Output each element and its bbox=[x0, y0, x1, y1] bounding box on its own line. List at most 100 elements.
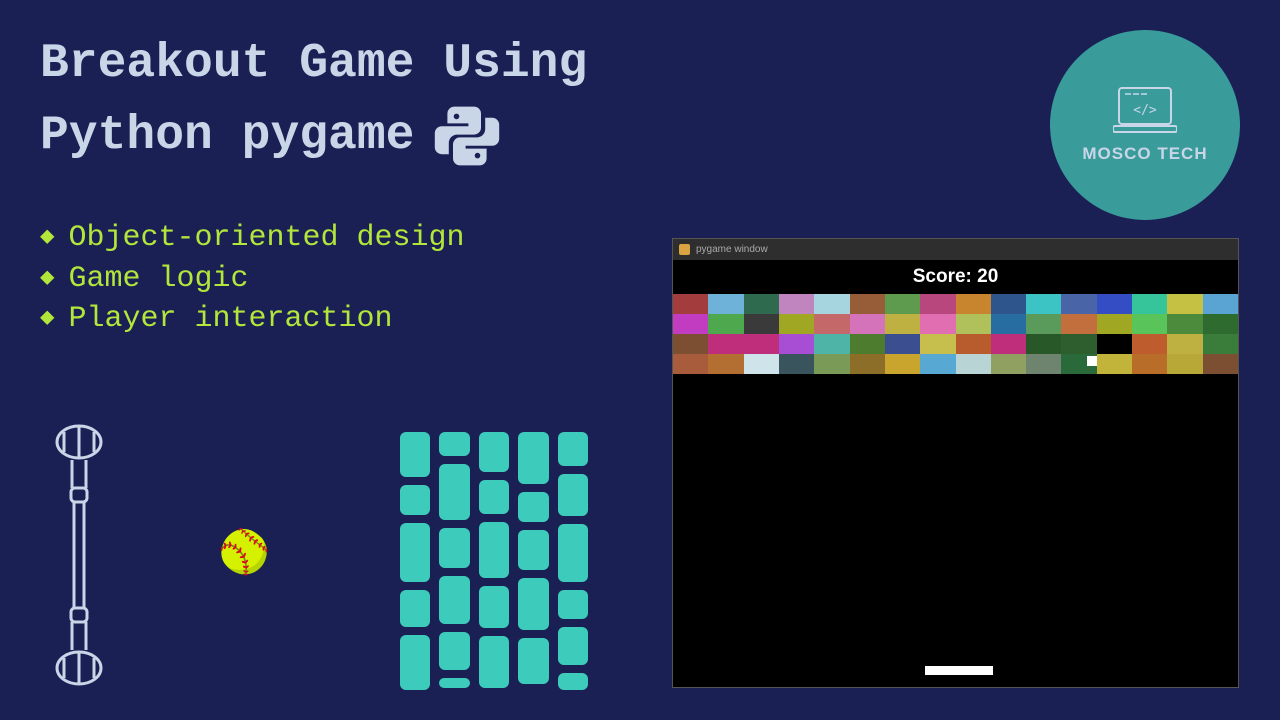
title-line-1: Breakout Game Using bbox=[40, 28, 587, 100]
game-brick bbox=[744, 354, 779, 374]
game-brick bbox=[1061, 314, 1096, 334]
brick-piece bbox=[400, 590, 430, 627]
game-brick bbox=[673, 314, 708, 334]
game-brick bbox=[850, 354, 885, 374]
brick-piece bbox=[439, 432, 469, 456]
game-brick bbox=[850, 294, 885, 314]
brick-piece bbox=[518, 578, 548, 630]
game-brick bbox=[920, 354, 955, 374]
window-title: pygame window bbox=[696, 244, 768, 255]
logo-text: MOSCO TECH bbox=[1082, 144, 1207, 164]
game-brick bbox=[850, 314, 885, 334]
game-brick bbox=[779, 314, 814, 334]
window-titlebar: pygame window bbox=[673, 239, 1238, 260]
game-brick bbox=[1061, 334, 1096, 354]
game-brick bbox=[1026, 334, 1061, 354]
game-brick bbox=[885, 354, 920, 374]
score-text: Score: 20 bbox=[673, 266, 1238, 288]
game-brick bbox=[779, 294, 814, 314]
brick-piece bbox=[558, 590, 588, 619]
brick-piece bbox=[439, 528, 469, 568]
brick-piece bbox=[479, 586, 509, 628]
game-area: Score: 20 bbox=[673, 260, 1238, 687]
python-icon bbox=[432, 101, 502, 171]
game-brick bbox=[779, 334, 814, 354]
bullet-list: ◆Object-oriented design ◆Game logic ◆Pla… bbox=[40, 218, 465, 340]
brick-piece bbox=[558, 474, 588, 516]
game-brick bbox=[1167, 354, 1202, 374]
game-brick bbox=[1203, 314, 1238, 334]
game-brick bbox=[1097, 354, 1132, 374]
game-brick bbox=[1097, 294, 1132, 314]
svg-text:</>: </> bbox=[1133, 103, 1157, 118]
game-brick bbox=[1026, 354, 1061, 374]
brick-piece bbox=[439, 678, 469, 688]
brick-piece bbox=[518, 492, 548, 522]
brick-piece bbox=[400, 485, 430, 514]
window-icon bbox=[679, 244, 690, 255]
game-brick bbox=[885, 334, 920, 354]
game-brick bbox=[920, 334, 955, 354]
brick-piece bbox=[439, 576, 469, 624]
game-brick bbox=[885, 294, 920, 314]
brick-piece bbox=[558, 673, 588, 690]
main-title: Breakout Game Using Python pygame bbox=[40, 28, 587, 172]
ball-icon: 🥎 bbox=[218, 528, 270, 577]
brick-piece bbox=[400, 635, 430, 690]
game-brick bbox=[708, 334, 743, 354]
game-brick bbox=[814, 354, 849, 374]
brick-piece bbox=[558, 627, 588, 665]
game-brick bbox=[744, 334, 779, 354]
bullet-item: ◆Object-oriented design bbox=[40, 218, 465, 259]
brick-piece bbox=[439, 464, 469, 520]
game-brick bbox=[1167, 314, 1202, 334]
game-brick bbox=[708, 354, 743, 374]
game-brick bbox=[814, 294, 849, 314]
game-brick bbox=[956, 294, 991, 314]
brick-piece bbox=[479, 522, 509, 578]
game-brick bbox=[850, 334, 885, 354]
brick-piece bbox=[439, 632, 469, 670]
game-brick bbox=[708, 314, 743, 334]
game-brick bbox=[814, 334, 849, 354]
title-line-2: Python pygame bbox=[40, 100, 587, 172]
game-brick bbox=[1061, 294, 1096, 314]
game-brick bbox=[1132, 334, 1167, 354]
brick-grid bbox=[673, 294, 1238, 374]
game-brick bbox=[673, 354, 708, 374]
brick-piece bbox=[558, 432, 588, 466]
game-brick bbox=[991, 314, 1026, 334]
game-brick bbox=[1026, 294, 1061, 314]
game-brick bbox=[920, 294, 955, 314]
brick-piece bbox=[518, 530, 548, 570]
game-brick bbox=[885, 314, 920, 334]
brick-piece bbox=[479, 432, 509, 472]
game-brick bbox=[1132, 314, 1167, 334]
brick-piece bbox=[558, 524, 588, 581]
paddle-icon bbox=[48, 420, 110, 690]
game-brick bbox=[956, 314, 991, 334]
game-brick bbox=[1167, 334, 1202, 354]
game-brick bbox=[991, 294, 1026, 314]
game-brick bbox=[1203, 334, 1238, 354]
game-brick bbox=[814, 314, 849, 334]
game-ball bbox=[1087, 356, 1097, 366]
game-brick bbox=[991, 334, 1026, 354]
game-brick bbox=[920, 314, 955, 334]
game-brick bbox=[1132, 354, 1167, 374]
game-brick bbox=[1132, 294, 1167, 314]
brick-piece bbox=[479, 636, 509, 688]
bricks-icon bbox=[400, 432, 588, 690]
brick-piece bbox=[518, 638, 548, 684]
game-brick bbox=[1203, 354, 1238, 374]
game-brick bbox=[1203, 294, 1238, 314]
game-window: pygame window Score: 20 bbox=[672, 238, 1239, 688]
bullet-item: ◆Game logic bbox=[40, 259, 465, 300]
game-brick bbox=[708, 294, 743, 314]
game-brick bbox=[673, 294, 708, 314]
game-brick bbox=[956, 354, 991, 374]
logo-badge: </> MOSCO TECH bbox=[1050, 30, 1240, 220]
brick-piece bbox=[400, 432, 430, 477]
game-brick bbox=[991, 354, 1026, 374]
game-brick bbox=[1167, 294, 1202, 314]
